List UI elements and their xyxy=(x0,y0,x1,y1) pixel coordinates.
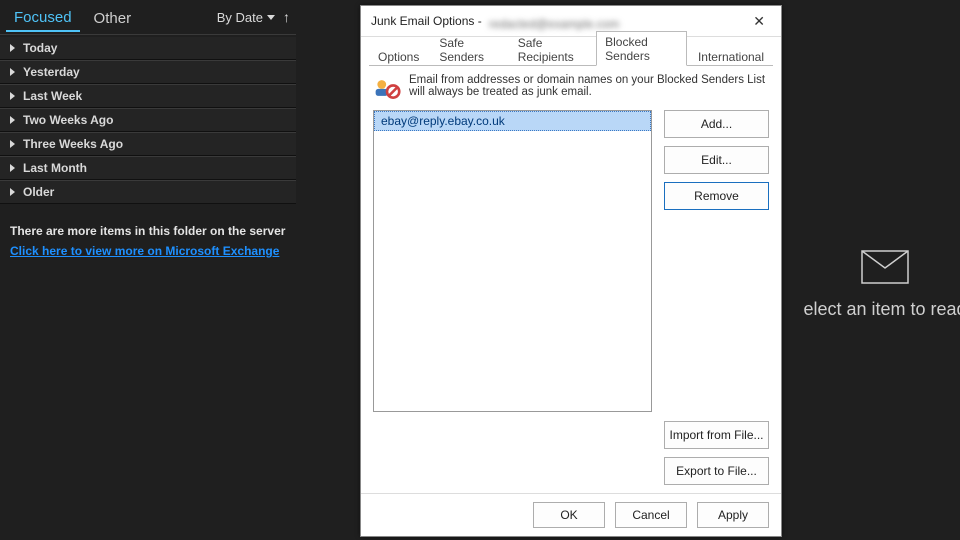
blocked-senders-icon xyxy=(373,74,401,102)
sort-label: By Date xyxy=(217,10,263,25)
sort-by-button[interactable]: By Date xyxy=(217,10,275,25)
reading-pane-text: elect an item to read xyxy=(780,299,960,320)
date-groups: Today Yesterday Last Week Two Weeks Ago … xyxy=(0,37,296,204)
tab-options[interactable]: Options xyxy=(369,46,428,66)
group-three-weeks-ago[interactable]: Three Weeks Ago xyxy=(0,132,296,156)
export-button[interactable]: Export to File... xyxy=(664,457,769,485)
group-last-month[interactable]: Last Month xyxy=(0,156,296,180)
tab-focused[interactable]: Focused xyxy=(6,3,80,32)
group-label: Last Week xyxy=(23,89,82,103)
remove-button[interactable]: Remove xyxy=(664,182,769,210)
chevron-down-icon xyxy=(267,15,275,20)
add-button[interactable]: Add... xyxy=(664,110,769,138)
group-label: Today xyxy=(23,41,57,55)
reading-pane-placeholder: elect an item to read xyxy=(780,250,960,320)
edit-button[interactable]: Edit... xyxy=(664,146,769,174)
junk-email-options-dialog: Junk Email Options - redacted@example.co… xyxy=(360,5,782,537)
dialog-title-account: redacted@example.com xyxy=(489,17,609,27)
group-label: Yesterday xyxy=(23,65,80,79)
inbox-tabs: Focused Other By Date ↑ xyxy=(0,0,296,35)
group-label: Three Weeks Ago xyxy=(23,137,123,151)
chevron-right-icon xyxy=(10,68,15,76)
dialog-bottom-buttons: OK Cancel Apply xyxy=(361,493,781,536)
sort-controls: By Date ↑ xyxy=(217,9,290,25)
chevron-right-icon xyxy=(10,44,15,52)
message-list-pane: Focused Other By Date ↑ Today Yesterday … xyxy=(0,0,296,540)
chevron-right-icon xyxy=(10,116,15,124)
tab-safe-recipients[interactable]: Safe Recipients xyxy=(509,32,594,66)
view-more-link[interactable]: Click here to view more on Microsoft Exc… xyxy=(10,244,286,258)
dialog-title: Junk Email Options - redacted@example.co… xyxy=(371,14,609,28)
import-button[interactable]: Import from File... xyxy=(664,421,769,449)
group-last-week[interactable]: Last Week xyxy=(0,84,296,108)
cancel-button[interactable]: Cancel xyxy=(615,502,687,528)
sort-direction-button[interactable]: ↑ xyxy=(283,9,290,25)
app-root: Focused Other By Date ↑ Today Yesterday … xyxy=(0,0,960,540)
group-today[interactable]: Today xyxy=(0,37,296,60)
chevron-right-icon xyxy=(10,140,15,148)
chevron-right-icon xyxy=(10,188,15,196)
chevron-right-icon xyxy=(10,164,15,172)
envelope-icon xyxy=(861,250,909,284)
group-label: Older xyxy=(23,185,54,199)
tab-blocked-senders[interactable]: Blocked Senders xyxy=(596,31,687,66)
group-two-weeks-ago[interactable]: Two Weeks Ago xyxy=(0,108,296,132)
tab-international[interactable]: International xyxy=(689,46,773,66)
chevron-right-icon xyxy=(10,92,15,100)
list-item[interactable]: ebay@reply.ebay.co.uk xyxy=(374,111,651,131)
ok-button[interactable]: OK xyxy=(533,502,605,528)
description-text: Email from addresses or domain names on … xyxy=(409,74,769,102)
tab-other[interactable]: Other xyxy=(86,4,140,31)
group-older[interactable]: Older xyxy=(0,180,296,204)
description-row: Email from addresses or domain names on … xyxy=(373,74,769,102)
close-button[interactable]: ✕ xyxy=(747,11,771,32)
more-items-note: There are more items in this folder on t… xyxy=(10,224,286,238)
apply-button[interactable]: Apply xyxy=(697,502,769,528)
group-yesterday[interactable]: Yesterday xyxy=(0,60,296,84)
list-and-buttons: ebay@reply.ebay.co.uk Add... Edit... Rem… xyxy=(373,110,769,485)
blocked-senders-list[interactable]: ebay@reply.ebay.co.uk xyxy=(373,110,652,412)
dialog-body: Email from addresses or domain names on … xyxy=(361,66,781,493)
side-buttons: Add... Edit... Remove Import from File..… xyxy=(664,110,769,485)
dialog-tabs: Options Safe Senders Safe Recipients Blo… xyxy=(361,41,781,65)
group-label: Two Weeks Ago xyxy=(23,113,113,127)
tab-safe-senders[interactable]: Safe Senders xyxy=(430,32,506,66)
group-label: Last Month xyxy=(23,161,87,175)
